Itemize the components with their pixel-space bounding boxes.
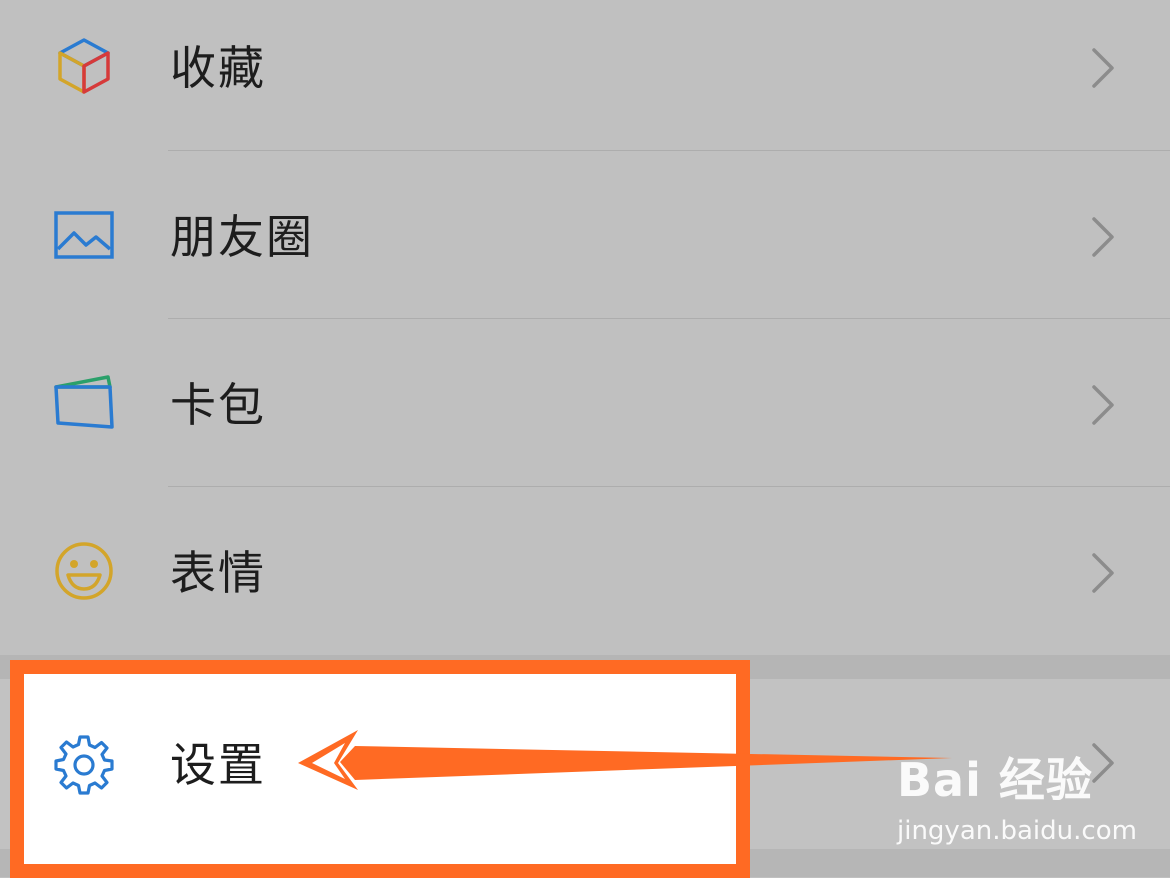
menu-item-label: 收藏 [170,41,266,95]
watermark-url: jingyan.baidu.com [897,816,1137,846]
moments-photo-icon [54,211,114,259]
chevron-right-icon [1092,217,1114,257]
chevron-right-icon [1092,48,1114,88]
menu-item-label: 朋友圈 [170,210,314,264]
menu-item-moments[interactable]: 朋友圈 [0,151,1170,319]
menu-item-label: 卡包 [170,378,266,432]
sticker-smile-icon [55,542,113,600]
favorites-cube-icon [58,38,110,94]
chevron-right-icon [1092,385,1114,425]
menu-item-label: 设置 [170,738,266,792]
menu-item-settings[interactable]: 设置 [0,679,720,849]
menu-item-favorites[interactable]: 收藏 [0,0,1170,168]
menu-group-main: 收藏 朋友圈 卡包 表情 [0,0,1170,655]
menu-item-label: 表情 [170,546,266,600]
card-wallet-icon [54,375,114,429]
menu-item-stickers[interactable]: 表情 [0,487,1170,655]
watermark-logo: Bai 经验 [897,753,1093,807]
menu-item-card-wallet[interactable]: 卡包 [0,319,1170,487]
baidu-watermark: Bai 经验 jingyan.baidu.com [893,752,1137,852]
gear-icon [54,735,114,795]
chevron-right-icon [1092,553,1114,593]
